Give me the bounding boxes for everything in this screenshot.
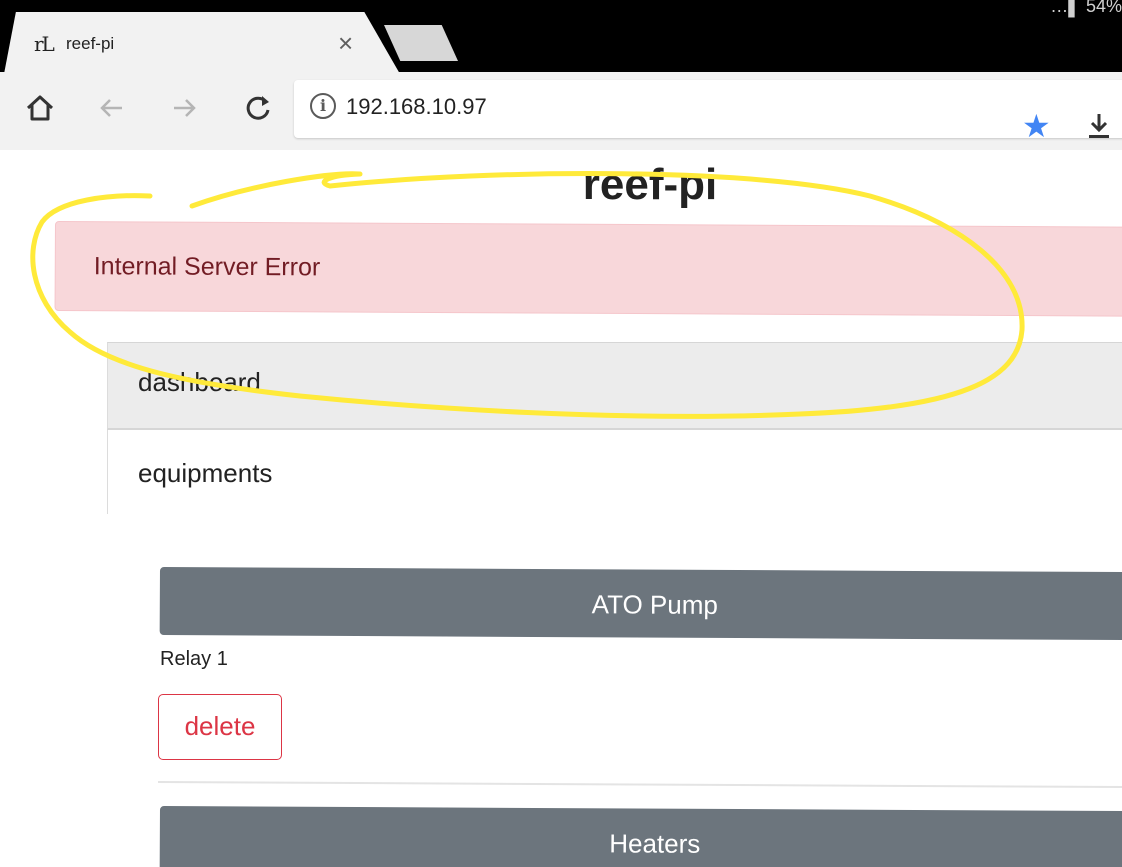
delete-button[interactable]: delete	[158, 694, 282, 760]
close-tab-icon[interactable]: ×	[338, 30, 353, 56]
nav-item-equipments[interactable]: equipments	[107, 430, 1122, 514]
equipment-name: Heaters	[609, 828, 701, 859]
battery-percent: 54%	[1085, 0, 1122, 16]
nav-item-label: equipments	[138, 458, 273, 488]
browser-toolbar: i 192.168.10.97 ★	[0, 72, 1122, 150]
new-tab-button[interactable]	[384, 25, 458, 61]
divider	[157, 781, 1122, 789]
tab-strip: rL reef-pi × …▌ 54%	[0, 0, 1122, 74]
reload-icon[interactable]	[238, 88, 278, 128]
equipment-header-heaters: Heaters	[159, 806, 1122, 867]
equipment-name: ATO Pump	[591, 589, 718, 620]
signal-icon: …▌	[1050, 0, 1081, 16]
address-bar[interactable]: i 192.168.10.97 ★	[294, 80, 1122, 142]
tab-title: reef-pi	[66, 34, 115, 53]
equipment-outlet: Relay 1	[160, 648, 228, 670]
url-text[interactable]: 192.168.10.97	[346, 94, 487, 120]
bookmark-star-icon[interactable]: ★	[1022, 110, 1051, 142]
info-icon[interactable]: i	[310, 93, 336, 119]
forward-arrow-icon[interactable]	[164, 88, 204, 128]
favicon-icon: rL	[34, 32, 55, 56]
page-title: reef-pi	[582, 160, 718, 209]
alert-message: Internal Server Error	[93, 252, 321, 282]
nav-item-dashboard[interactable]: dashboard	[107, 342, 1122, 430]
equipment-header-ato-pump: ATO Pump	[159, 567, 1122, 641]
main-nav: dashboard equipments	[107, 342, 1122, 514]
download-icon[interactable]	[1086, 112, 1112, 140]
nav-item-label: dashboard	[138, 367, 261, 397]
browser-tab[interactable]: rL reef-pi ×	[4, 12, 400, 74]
home-icon[interactable]	[20, 88, 60, 128]
back-arrow-icon[interactable]	[92, 88, 132, 128]
error-alert: Internal Server Error	[54, 221, 1122, 317]
screen: rL reef-pi × …▌ 54% i 192.168.10.97 ★ re…	[0, 0, 1122, 867]
status-bar: …▌ 54%	[1050, 0, 1122, 17]
